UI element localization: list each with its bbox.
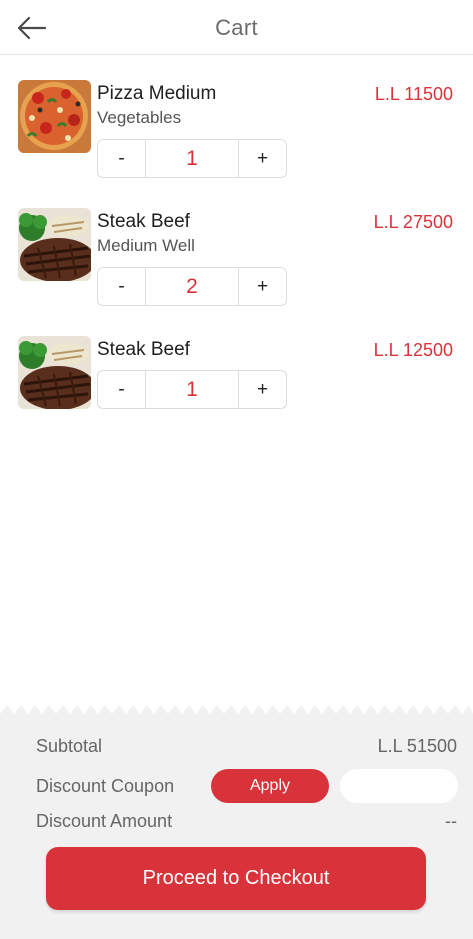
order-summary: Subtotal L.L 51500 Discount Coupon Apply… — [0, 705, 473, 939]
quantity-stepper: - 2 + — [97, 267, 287, 306]
subtotal-label: Subtotal — [36, 736, 103, 756]
coupon-label: Discount Coupon — [36, 776, 175, 796]
subtotal-value: L.L 51500 — [377, 736, 457, 756]
cart-item: Steak Beef Medium Well L.L 27500 - 2 + — [0, 206, 473, 316]
coupon-input[interactable] — [340, 769, 458, 803]
steak-image — [18, 336, 91, 409]
apply-coupon-button[interactable]: Apply — [211, 769, 329, 803]
pizza-image — [18, 80, 91, 153]
quantity-value: 1 — [145, 140, 239, 177]
increment-button[interactable]: + — [239, 371, 286, 408]
discount-value: -- — [445, 811, 457, 831]
discount-label: Discount Amount — [36, 811, 173, 831]
steak-image — [18, 208, 91, 281]
quantity-value: 2 — [145, 268, 239, 305]
item-subtitle: Medium Well — [97, 236, 195, 255]
quantity-stepper: - 1 + — [97, 139, 287, 178]
page-title: Cart — [215, 15, 258, 40]
item-name: Pizza Medium — [97, 83, 217, 104]
quantity-stepper: - 1 + — [97, 370, 287, 409]
item-price: L.L 11500 — [374, 84, 453, 104]
item-name: Steak Beef — [97, 211, 190, 232]
item-name: Steak Beef — [97, 339, 190, 360]
item-price: L.L 12500 — [373, 340, 453, 360]
decrement-button[interactable]: - — [98, 371, 145, 408]
checkout-button[interactable]: Proceed to Checkout — [46, 847, 426, 910]
quantity-value: 1 — [145, 371, 239, 408]
cart-item: Pizza Medium Vegetables L.L 11500 - 1 + — [0, 78, 473, 188]
increment-button[interactable]: + — [239, 268, 286, 305]
decrement-button[interactable]: - — [98, 268, 145, 305]
item-price: L.L 27500 — [373, 212, 453, 232]
item-subtitle: Vegetables — [97, 108, 182, 127]
decrement-button[interactable]: - — [98, 140, 145, 177]
app-header: Cart — [0, 0, 473, 55]
increment-button[interactable]: + — [239, 140, 286, 177]
cart-item: Steak Beef L.L 12500 - 1 + — [0, 334, 473, 414]
